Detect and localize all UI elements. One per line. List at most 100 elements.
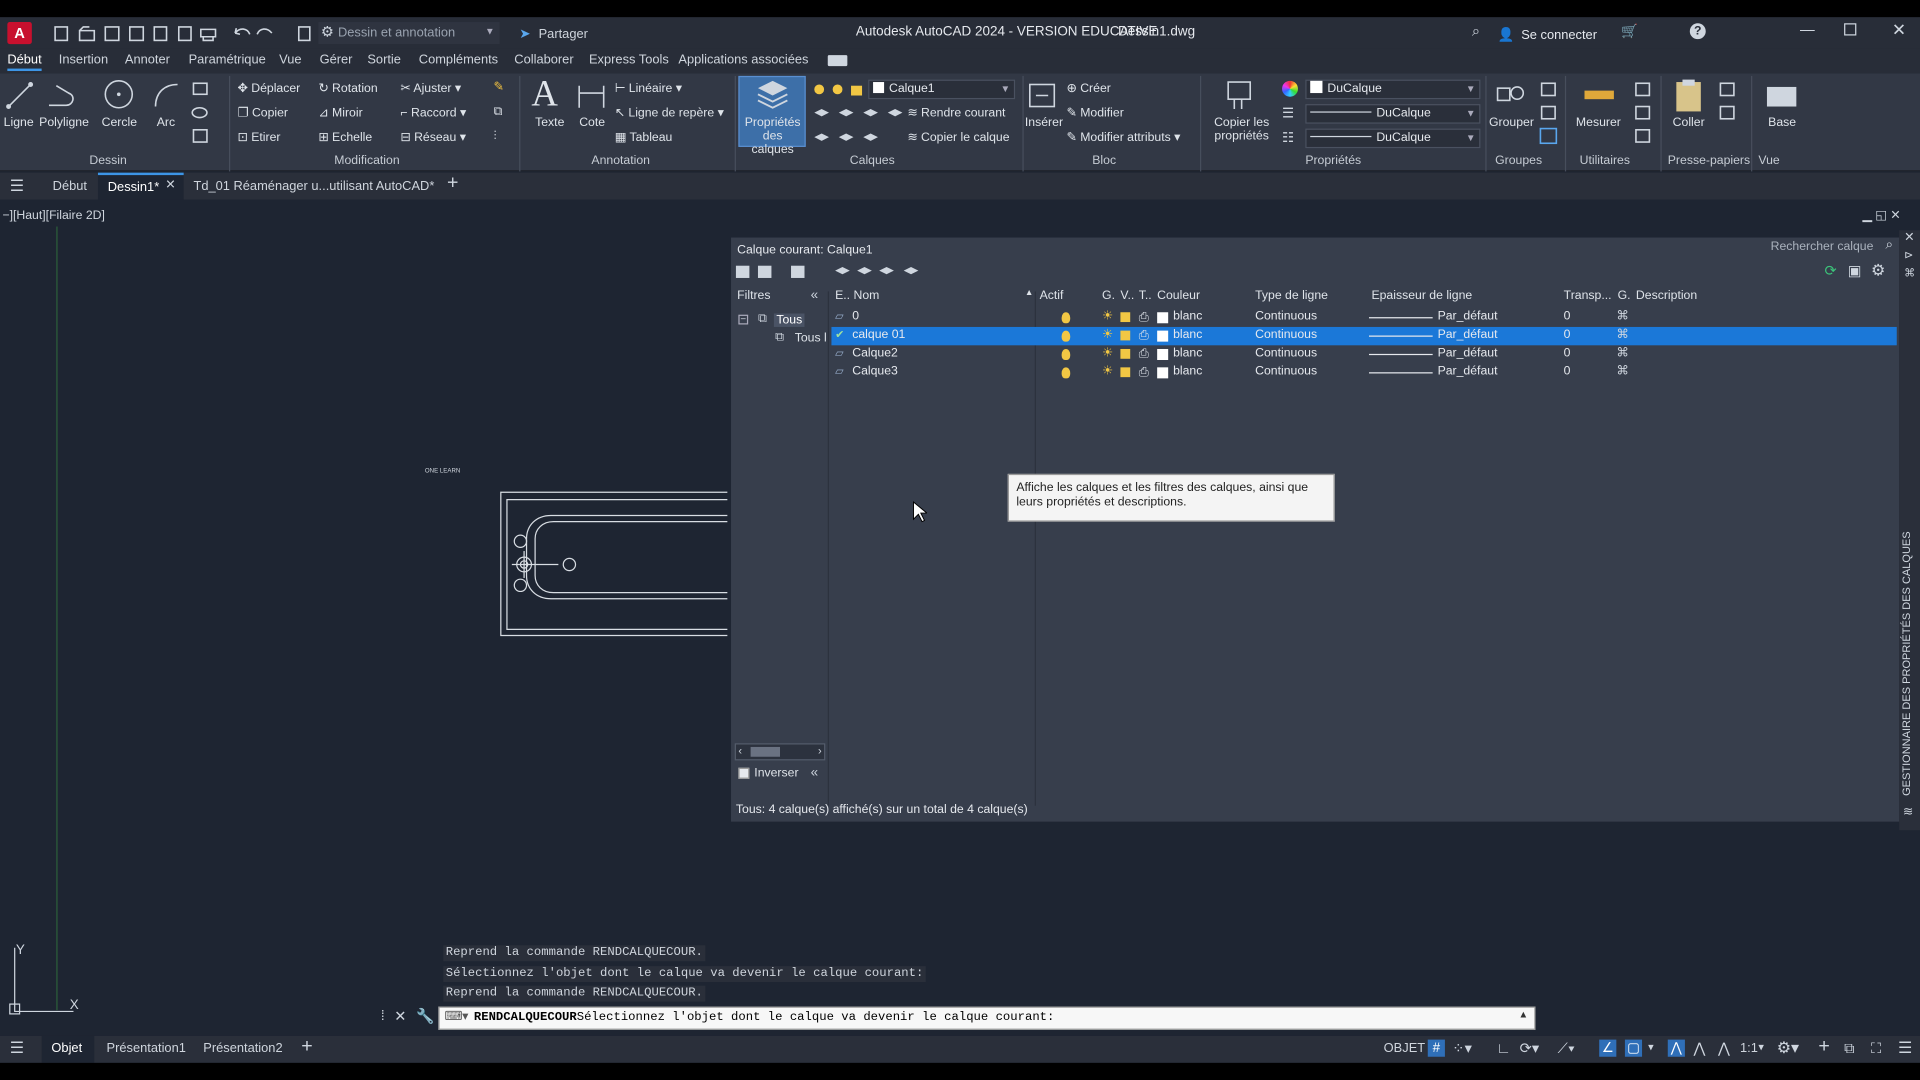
modify-panel-title[interactable]: Modification xyxy=(334,154,399,167)
layer-color-swatch[interactable] xyxy=(1157,367,1169,379)
utilities-panel-title[interactable]: Utilitaires xyxy=(1580,154,1630,167)
array-button[interactable]: ⊟ Réseau ▾ xyxy=(400,131,465,144)
draw-panel-title[interactable]: Dessin xyxy=(89,154,126,167)
tab-vue[interactable]: Vue xyxy=(279,53,301,68)
col-description[interactable]: Description xyxy=(1636,289,1697,302)
hamburger-icon[interactable]: ☰ xyxy=(10,1038,24,1058)
color-dropdown[interactable]: DuCalque ▼ xyxy=(1305,79,1481,100)
command-line-input[interactable]: ⌨▾ RENDCALQUECOUR Sélectionnez l'objet d… xyxy=(438,1006,1536,1030)
settings-gear-icon[interactable]: ⚙ xyxy=(1871,261,1885,281)
linetype-dropdown[interactable]: DuCalque ▼ xyxy=(1305,104,1481,124)
sign-in-button[interactable]: 👤 Se connecter xyxy=(1498,24,1597,43)
new-vp-freeze-icon[interactable]: ⌘ xyxy=(1616,365,1628,378)
tab-gerer[interactable]: Gérer xyxy=(320,53,353,68)
tab-layout1[interactable]: Présentation1 xyxy=(107,1041,186,1056)
group-tools-icons[interactable] xyxy=(1538,80,1560,146)
paste-button[interactable]: Coller xyxy=(1673,116,1705,129)
measure-button[interactable]: Mesurer xyxy=(1576,116,1621,129)
customize-icon[interactable]: ☰ xyxy=(1898,1038,1912,1058)
clipboard-tools-icons[interactable] xyxy=(1717,80,1749,129)
col-g[interactable]: G. xyxy=(1618,289,1631,302)
layer-name[interactable]: Calque3 xyxy=(852,365,898,378)
tab-annoter[interactable]: Annoter xyxy=(125,53,170,68)
trim-button[interactable]: ✂ Ajuster ▾ xyxy=(400,82,461,95)
view-panel-title[interactable]: Vue xyxy=(1758,154,1779,167)
workspace-selector[interactable]: ⚙ Dessin et annotation ▼ xyxy=(318,22,500,45)
autocad-logo[interactable]: A xyxy=(7,22,32,45)
rotate-button[interactable]: ↻ Rotation xyxy=(318,82,377,95)
layer-transparency[interactable]: 0 xyxy=(1564,365,1571,378)
table-button[interactable]: ▦ Tableau xyxy=(615,131,673,144)
ribbon-toggle-icon[interactable] xyxy=(827,55,848,67)
arc-button[interactable]: Arc xyxy=(157,116,175,129)
scale-button[interactable]: ⊞ Echelle xyxy=(318,131,372,144)
edit-attributes-button[interactable]: ✎ Modifier attributs ▾ xyxy=(1067,131,1181,144)
layer-dropdown[interactable]: Calque1 ▼ xyxy=(868,79,1016,100)
layer-plot-icon[interactable]: ⎙ xyxy=(1139,366,1149,379)
mirror-button[interactable]: ⊿ Miroir xyxy=(318,107,362,120)
tab-model[interactable]: Objet xyxy=(41,1035,95,1063)
layer-freeze-icon[interactable]: ☀ xyxy=(1102,310,1113,323)
layer-lock-icon[interactable] xyxy=(1120,367,1131,378)
grid-icon[interactable]: # xyxy=(1427,1039,1445,1057)
command-close-icon[interactable]: ✕ xyxy=(394,1008,406,1025)
layer-row[interactable]: ✔ calque 01 ☀ ⎙ blanc Continuous Par_défaut 0 ⌘ xyxy=(831,326,1897,346)
scale-menu-icon[interactable]: ▾ xyxy=(1758,1041,1764,1054)
layer-transparency[interactable]: 0 xyxy=(1564,310,1571,323)
command-grip-icon[interactable]: ⁞ xyxy=(381,1009,385,1024)
new-vp-freeze-icon[interactable]: ⌘ xyxy=(1616,328,1628,341)
new-layout-icon[interactable]: + xyxy=(301,1036,312,1058)
tab-complements[interactable]: Compléments xyxy=(419,53,498,68)
tab-collaborer[interactable]: Collaborer xyxy=(514,53,573,68)
tab-insertion[interactable]: Insertion xyxy=(59,53,108,68)
close-tab-icon[interactable]: ✕ xyxy=(165,179,175,192)
layer-lineweight[interactable]: Par_défaut xyxy=(1438,310,1498,323)
command-history-toggle-icon[interactable]: ▲ xyxy=(1518,1009,1528,1020)
add-icon[interactable]: + xyxy=(1818,1036,1829,1058)
col-color[interactable]: Couleur xyxy=(1157,289,1200,302)
copy-layer-button[interactable]: ≋ Copier le calque xyxy=(907,131,1009,144)
polar-icon[interactable]: ⟳▾ xyxy=(1520,1040,1540,1057)
layer-freeze-icon[interactable]: ☀ xyxy=(1102,365,1113,378)
fullscreen-icon[interactable]: ⛶ xyxy=(1871,1040,1881,1058)
col-linetype[interactable]: Type de ligne xyxy=(1255,289,1328,302)
layers-panel-title[interactable]: Calques xyxy=(850,154,895,167)
layer-search-input[interactable]: Rechercher calque ⌕ xyxy=(1767,238,1897,258)
create-block-button[interactable]: ⊕ Créer xyxy=(1067,82,1111,95)
move-button[interactable]: ✥ Déplacer xyxy=(238,82,301,95)
layer-freeze-icon[interactable]: ☀ xyxy=(1102,328,1113,341)
new-vp-freeze-icon[interactable]: ⌘ xyxy=(1616,347,1628,360)
quick-access-toolbar-icons[interactable] xyxy=(51,22,320,44)
layer-plot-icon[interactable]: ⎙ xyxy=(1139,311,1149,324)
draw-small-tools-icon[interactable] xyxy=(191,80,223,146)
layer-color[interactable]: blanc xyxy=(1173,328,1202,341)
col-lineweight[interactable]: Epaisseur de ligne xyxy=(1371,289,1472,302)
linear-button[interactable]: ⊢ Linéaire ▾ xyxy=(615,82,682,95)
annotation-visibility-icon[interactable]: ⋀ xyxy=(1667,1039,1685,1057)
palette-toolbar-icons[interactable] xyxy=(732,262,928,282)
side-close-icon[interactable]: ✕ xyxy=(1904,231,1914,244)
minimize-icon[interactable]: — xyxy=(1800,21,1815,38)
layer-transparency[interactable]: 0 xyxy=(1564,347,1571,360)
group-button[interactable]: Grouper xyxy=(1489,116,1534,129)
col-name[interactable]: Nom xyxy=(853,289,879,302)
side-layers-icon[interactable]: ≋ xyxy=(1903,806,1913,819)
col-lock[interactable]: V.. xyxy=(1120,289,1134,302)
fillet-button[interactable]: ⌐ Raccord ▾ xyxy=(400,107,466,120)
new-tab-icon[interactable]: + xyxy=(447,173,458,195)
tab-layout2[interactable]: Présentation2 xyxy=(203,1041,282,1056)
ortho-icon[interactable]: ∟ xyxy=(1496,1040,1510,1057)
layer-color-swatch[interactable] xyxy=(1157,348,1169,361)
layer-linetype[interactable]: Continuous xyxy=(1255,365,1317,378)
properties-panel-title[interactable]: Propriétés xyxy=(1305,154,1361,167)
col-transparency[interactable]: Transp... xyxy=(1564,289,1612,302)
col-on[interactable]: Actif xyxy=(1040,289,1064,302)
tab-express-tools[interactable]: Express Tools xyxy=(589,53,669,68)
tab-applications-associees[interactable]: Applications associées xyxy=(678,53,808,68)
share-button[interactable]: ➤ Partager xyxy=(519,23,588,42)
help-icon[interactable]: ? xyxy=(1689,23,1706,40)
groups-panel-title[interactable]: Groupes xyxy=(1495,154,1542,167)
dimension-button[interactable]: Cote xyxy=(579,116,605,129)
offset-icon[interactable]: ⫶ xyxy=(493,130,496,143)
make-current-button[interactable]: ≋ Rendre courant xyxy=(907,107,1005,120)
